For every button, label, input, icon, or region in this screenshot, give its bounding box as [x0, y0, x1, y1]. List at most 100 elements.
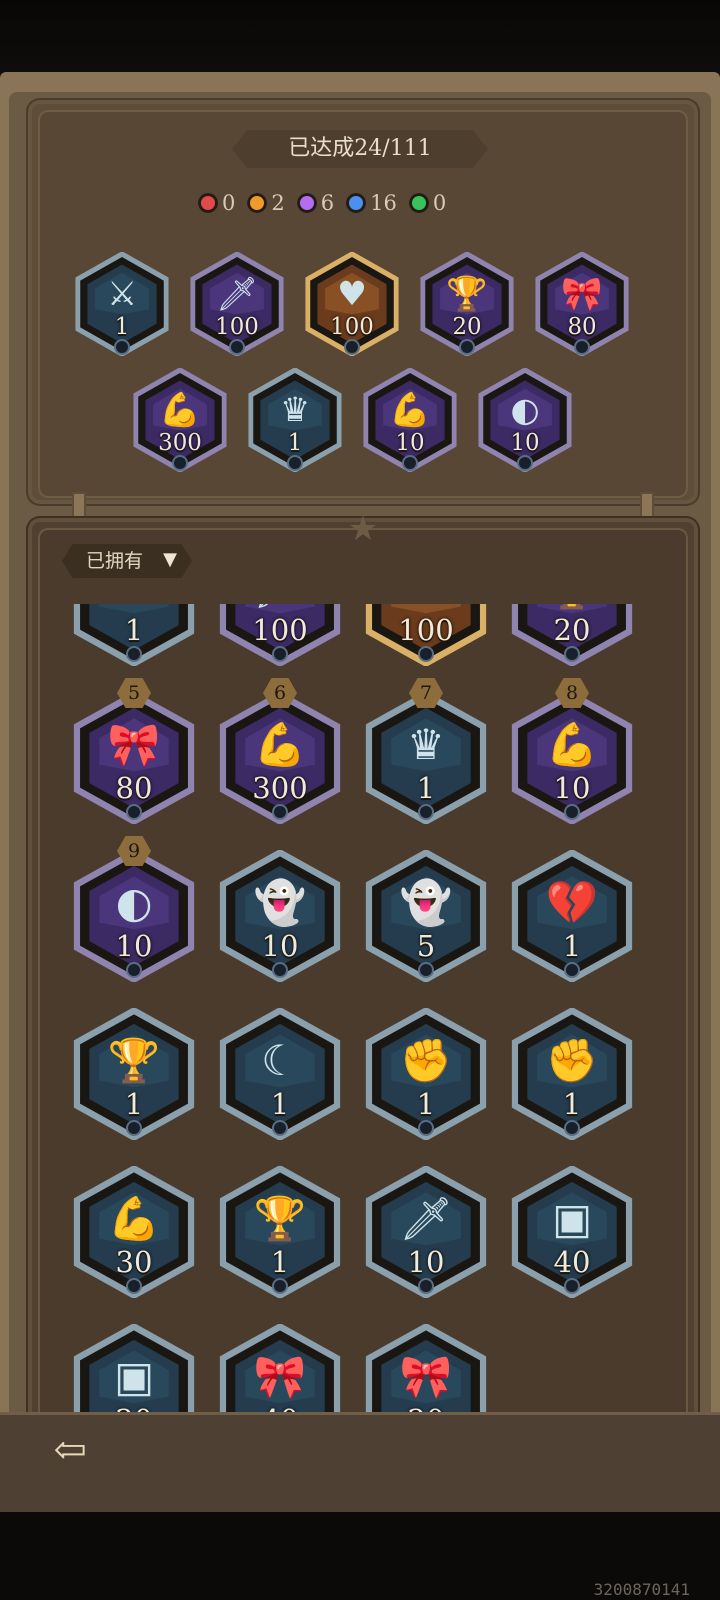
serial-number: 3200870141	[593, 1580, 690, 1599]
tier-pip-icon	[420, 963, 432, 976]
tier-pip-icon	[128, 1121, 140, 1134]
bow-ticket-icon: 🎀	[561, 273, 603, 313]
badge-value: 1	[562, 1087, 582, 1122]
tier-pip-icon	[274, 647, 286, 660]
achievement-badge[interactable]: ▣20	[72, 1324, 196, 1416]
bow-ticket-icon: 🎀	[253, 1352, 307, 1402]
badge-value: 100	[215, 314, 259, 341]
achievement-badge[interactable]: ✊ 1	[364, 1008, 488, 1140]
badge-value: 300	[252, 771, 308, 806]
achievement-badge[interactable]: 👻 10	[218, 850, 342, 982]
achievement-badge[interactable]: ✊ 1	[510, 1008, 634, 1140]
tier-pip-icon	[566, 1279, 578, 1292]
achievement-badge[interactable]: ▣ 40	[510, 1166, 634, 1298]
tier-pip-icon	[566, 805, 578, 818]
achievement-badge[interactable]: 💪 10	[362, 368, 458, 472]
badge-value: 20	[452, 314, 482, 341]
badge-value: 1	[287, 430, 303, 457]
muscle-skull-icon: 💪	[253, 720, 307, 770]
achievement-badge[interactable]: 👻 5	[364, 850, 488, 982]
achievement-badge[interactable]: ☾ 1	[218, 1008, 342, 1140]
bow-ticket-icon: 🎀	[107, 720, 161, 770]
flex-arm-icon: 💪	[545, 720, 599, 770]
gem-summary: 0 2 6 16 0	[198, 186, 528, 220]
achievement-badge[interactable]: 🎀 80 5	[72, 678, 196, 824]
achievement-badge[interactable]: 💪 10 8	[510, 678, 634, 824]
gem-count: 0	[408, 191, 447, 215]
achievement-badge[interactable]: ♛ 1	[247, 368, 343, 472]
crescent-icon: ☾	[261, 1036, 299, 1086]
badge-value: 10	[261, 929, 299, 964]
achievement-badge[interactable]: ◐ 10	[477, 368, 573, 472]
fist-icon: ✊	[399, 1036, 453, 1086]
trophy-icon: 🏆	[510, 604, 634, 611]
achievement-badge[interactable]: 🏆 1	[218, 1166, 342, 1298]
tier-pip-icon	[128, 963, 140, 976]
badge-value: 1	[124, 1087, 144, 1122]
moon-eye-icon: ◐	[115, 878, 153, 928]
purple-gem-icon	[296, 193, 317, 213]
badge-value: 1	[270, 1245, 290, 1280]
badge-value: 300	[158, 430, 202, 457]
badge-value: 80	[115, 771, 153, 806]
tier-pip-icon	[420, 1279, 432, 1292]
achievement-badge[interactable]: 🏆20	[510, 604, 634, 666]
achievement-badge[interactable]: ♥100	[304, 252, 400, 356]
badge-value: 100	[252, 613, 308, 648]
achievement-badge[interactable]: 🗡 10	[364, 1166, 488, 1298]
muscle-skull-icon: 💪	[159, 389, 201, 429]
badge-value: 1	[562, 929, 582, 964]
bow-ticket-icon: 🎀	[399, 1352, 453, 1402]
tier-pip-icon	[420, 647, 432, 660]
gem-count: 0	[198, 191, 235, 215]
badge-value: 10	[553, 771, 591, 806]
filter-dropdown-icon[interactable]: ▼	[160, 550, 180, 570]
ghost-frame-icon: 👻	[399, 878, 453, 928]
owned-filter-label[interactable]: 已拥有	[86, 544, 143, 578]
gauntlet-icon: ✊	[545, 1036, 599, 1086]
gem-count: 2	[247, 191, 285, 215]
achievement-badge[interactable]: 🗡100	[189, 252, 285, 356]
achievement-badge[interactable]: 🗡100	[218, 604, 342, 666]
sword-icon: ⚔	[72, 604, 196, 611]
red-gem-icon	[198, 193, 218, 213]
achievement-badge[interactable]: ♥100	[364, 604, 488, 666]
achievement-badge[interactable]: ⚔1	[74, 252, 170, 356]
achievement-badge[interactable]: ♛ 1 7	[364, 678, 488, 824]
back-arrow-icon[interactable]: ⇦	[48, 1428, 92, 1472]
achievement-badge[interactable]: 🎀 80	[534, 252, 630, 356]
achieved-count: 已达成24/111	[288, 136, 432, 161]
bottom-bar	[0, 1412, 720, 1515]
green-gem-icon	[408, 193, 429, 213]
crown-icon: ♛	[407, 720, 445, 770]
gem-count-value: 0	[432, 191, 447, 215]
g-trophy-icon: 🏆	[107, 1036, 161, 1086]
achievement-badge[interactable]: 💔 1	[510, 850, 634, 982]
achievement-badge[interactable]: 💪 300	[132, 368, 228, 472]
muscle-skull-icon: 💪	[107, 1194, 161, 1244]
tier-pip-icon	[274, 1279, 286, 1292]
gem-count-value: 0	[222, 191, 236, 215]
badge-value: 1	[416, 1087, 436, 1122]
tier-pip-icon	[566, 647, 578, 660]
achievement-badge[interactable]: 🏆20	[419, 252, 515, 356]
achievement-badge[interactable]: 🎀20	[364, 1324, 488, 1416]
sword-icon: ⚔	[107, 273, 137, 313]
achievement-badge[interactable]: 🏆 1	[72, 1008, 196, 1140]
achievement-badge[interactable]: 💪 30	[72, 1166, 196, 1298]
tier-pip-icon	[128, 647, 140, 660]
achievement-badge[interactable]: ◐ 10 9	[72, 836, 196, 982]
tier-pip-icon	[274, 1121, 286, 1134]
blade-icon: 🗡	[399, 1194, 453, 1244]
gem-count: 16	[346, 191, 397, 215]
badge-value: 10	[510, 430, 540, 457]
gem-trophy-icon: 🏆	[253, 1194, 307, 1244]
badge-value: 10	[395, 430, 425, 457]
broken-heart-icon: 💔	[545, 878, 599, 928]
collection-grid[interactable]: ⚔1🗡100♥100🏆20🎀805💪3006♛17💪108◐109👻10👻5💔1…	[38, 604, 688, 1416]
star-ornament-icon: ★	[347, 509, 379, 549]
achievement-badge[interactable]: ⚔1	[72, 604, 196, 666]
achievement-badge[interactable]: 🎀40	[218, 1324, 342, 1416]
achievement-badge[interactable]: 💪 300 6	[218, 678, 342, 824]
blue-gem-icon	[346, 193, 367, 213]
